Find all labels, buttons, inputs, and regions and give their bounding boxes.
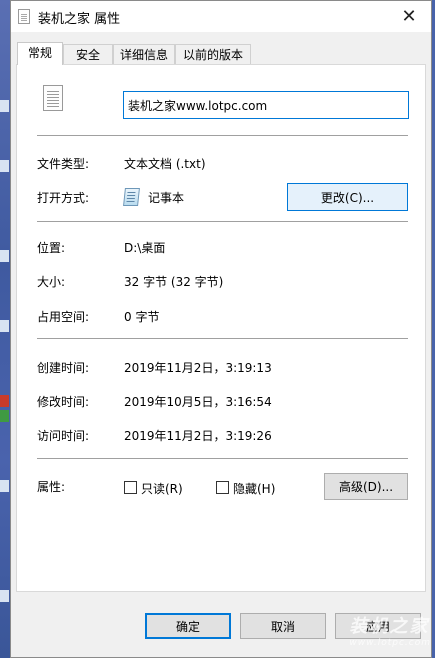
attributes-label: 属性: — [37, 480, 66, 494]
readonly-checkbox[interactable] — [124, 481, 137, 494]
change-button[interactable]: 更改(C)... — [287, 183, 408, 211]
created-label: 创建时间: — [37, 361, 90, 375]
watermark-url: www.lotpc.com — [349, 638, 431, 648]
tab-security[interactable]: 安全 — [63, 44, 113, 64]
readonly-label[interactable]: 只读(R) — [141, 480, 183, 497]
filename-input[interactable] — [123, 91, 409, 119]
text-document-icon — [43, 85, 63, 111]
advanced-button[interactable]: 高级(D)... — [324, 473, 408, 500]
created-value: 2019年11月2日，3:19:13 — [124, 361, 272, 375]
desktop-background — [0, 0, 10, 658]
tab-general[interactable]: 常规 — [17, 42, 63, 65]
open-with-label: 打开方式: — [37, 191, 90, 205]
watermark-text: 装机之家 — [349, 616, 430, 637]
open-with-value: 记事本 — [148, 191, 185, 205]
file-type-label: 文件类型: — [37, 157, 90, 171]
modified-label: 修改时间: — [37, 395, 90, 409]
separator — [37, 338, 408, 339]
text-file-icon — [18, 9, 30, 24]
cancel-button[interactable]: 取消 — [240, 613, 326, 639]
separator — [37, 458, 408, 459]
tab-details[interactable]: 详细信息 — [113, 44, 175, 64]
desktop-icon[interactable] — [0, 250, 9, 262]
hidden-label[interactable]: 隐藏(H) — [233, 480, 275, 497]
disk-size-value: 0 字节 — [124, 310, 160, 324]
title-bar[interactable]: 装机之家 属性 ✕ — [11, 1, 431, 32]
close-button[interactable]: ✕ — [387, 1, 431, 32]
desktop-icon[interactable] — [0, 395, 9, 407]
size-label: 大小: — [37, 275, 66, 289]
ok-button[interactable]: 确定 — [145, 613, 231, 639]
separator — [37, 221, 408, 222]
size-value: 32 字节 (32 字节) — [124, 275, 224, 289]
location-value: D:\桌面 — [124, 241, 166, 255]
desktop-icon[interactable] — [0, 160, 9, 172]
notepad-icon — [123, 188, 140, 206]
desktop-icon[interactable] — [0, 410, 9, 422]
desktop-icon[interactable] — [0, 590, 9, 602]
location-label: 位置: — [37, 241, 66, 255]
close-icon: ✕ — [401, 6, 417, 27]
desktop-icon[interactable] — [0, 100, 9, 112]
watermark: 装机之家 www.lotpc.com — [349, 612, 431, 648]
general-panel: 文件类型: 文本文档 (.txt) 打开方式: 记事本 更改(C)... 位置:… — [16, 64, 426, 592]
file-type-value: 文本文档 (.txt) — [124, 157, 206, 171]
desktop-icon[interactable] — [0, 320, 9, 332]
window-title: 装机之家 属性 — [38, 12, 121, 27]
separator — [37, 135, 408, 136]
modified-value: 2019年10月5日，3:16:54 — [124, 395, 272, 409]
hidden-checkbox[interactable] — [216, 481, 229, 494]
accessed-value: 2019年11月2日，3:19:26 — [124, 429, 272, 443]
desktop-icon[interactable] — [0, 480, 9, 492]
disk-size-label: 占用空间: — [37, 310, 90, 324]
accessed-label: 访问时间: — [37, 429, 90, 443]
tab-previous-versions[interactable]: 以前的版本 — [175, 44, 251, 64]
properties-dialog: 装机之家 属性 ✕ 常规 安全 详细信息 以前的版本 文件类型: 文本文档 (.… — [10, 0, 432, 658]
